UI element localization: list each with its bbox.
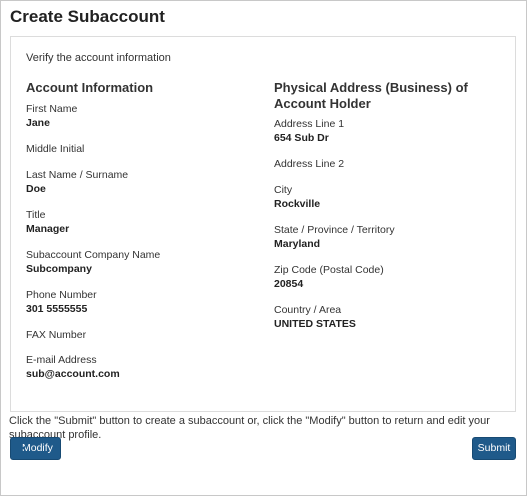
field-value: Rockville [274, 198, 321, 210]
field-label: City [274, 184, 293, 196]
first-name-field: First Name Jane [26, 103, 77, 130]
field-value: Maryland [274, 238, 321, 250]
verification-panel: Verify the account information Account I… [10, 36, 516, 412]
city-field: City Rockville [274, 184, 320, 211]
intro-text: Verify the account information [26, 52, 171, 64]
field-value: sub@account.com [26, 368, 120, 380]
field-value [274, 171, 344, 185]
field-label: FAX Number [26, 329, 87, 341]
field-value: 654 Sub Dr [274, 132, 329, 144]
phone-number-field: Phone Number 301 5555555 [26, 289, 97, 316]
field-label: Address Line 2 [274, 158, 345, 170]
field-value: UNITED STATES [274, 318, 356, 330]
field-value: 301 5555555 [26, 303, 88, 315]
address-section: Physical Address (Business) of Account H… [274, 80, 509, 330]
middle-initial-field: Middle Initial [26, 143, 84, 170]
submit-button[interactable]: Submit [472, 437, 516, 460]
field-label: First Name [26, 103, 78, 115]
field-label: State / Province / Territory [274, 224, 395, 236]
email-field: E-mail Address sub@account.com [26, 354, 120, 381]
address-line-2-field: Address Line 2 [274, 158, 344, 185]
address-line-1-field: Address Line 1 654 Sub Dr [274, 118, 344, 145]
state-field: State / Province / Territory Maryland [274, 224, 395, 251]
page-title: Create Subaccount [10, 7, 165, 26]
field-value: Doe [26, 183, 46, 195]
fax-number-field: FAX Number [26, 329, 86, 356]
account-info-section: Account Information First Name Jane Midd… [26, 80, 256, 380]
zip-code-field: Zip Code (Postal Code) 20854 [274, 264, 384, 291]
account-info-heading: Account Information [26, 80, 154, 95]
field-label: E-mail Address [26, 354, 97, 366]
field-label: Subaccount Company Name [26, 249, 161, 261]
modify-button[interactable]: Modify [10, 437, 61, 460]
field-label: Country / Area [274, 304, 342, 316]
last-name-field: Last Name / Surname Doe [26, 169, 128, 196]
field-label: Phone Number [26, 289, 97, 301]
field-value: 20854 [274, 278, 304, 290]
address-heading: Physical Address (Business) of Account H… [274, 80, 468, 111]
field-value [26, 156, 84, 170]
company-name-field: Subaccount Company Name Subcompany [26, 249, 160, 276]
field-label: Middle Initial [26, 143, 85, 155]
field-value: Subcompany [26, 263, 92, 275]
title-field: Title Manager [26, 209, 69, 236]
country-field: Country / Area UNITED STATES [274, 304, 356, 331]
field-label: Zip Code (Postal Code) [274, 264, 384, 276]
field-label: Address Line 1 [274, 118, 345, 130]
modify-button-label: Modify [22, 442, 53, 454]
instructions-text: Click the "Submit" button to create a su… [9, 415, 490, 441]
field-label: Title [26, 209, 46, 221]
field-value: Manager [26, 223, 70, 235]
submit-button-label: Submit [477, 442, 511, 454]
field-value: Jane [26, 117, 50, 129]
field-label: Last Name / Surname [26, 169, 129, 181]
